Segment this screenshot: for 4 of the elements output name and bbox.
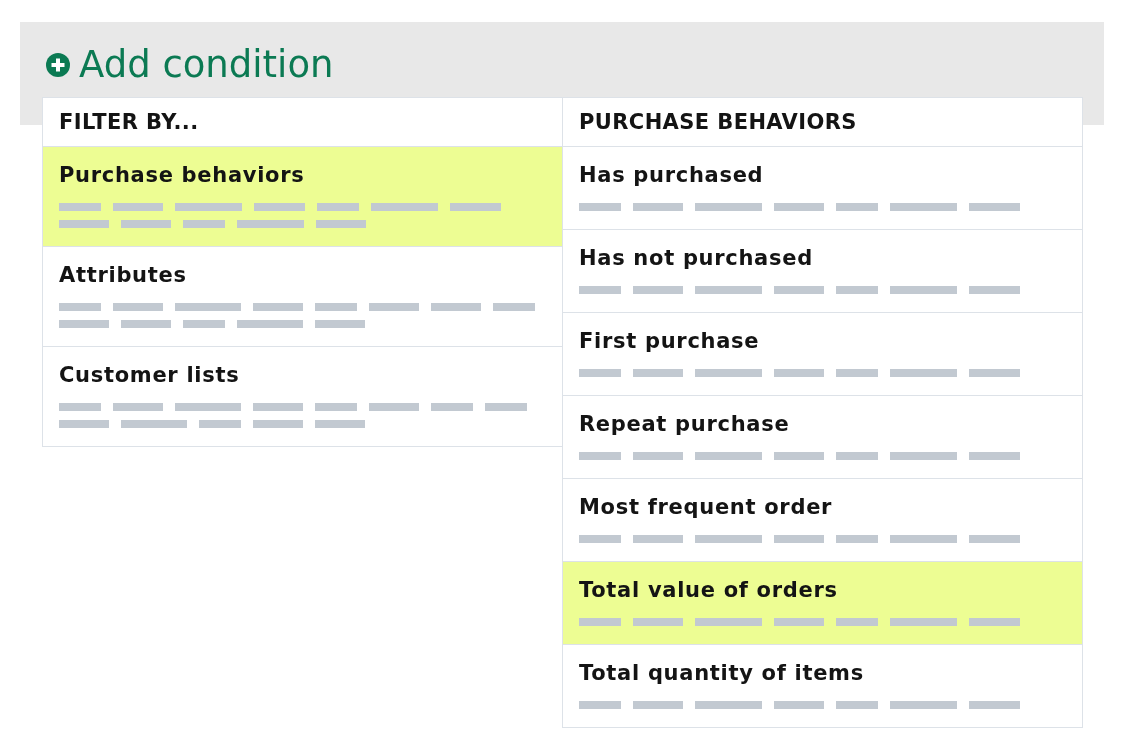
filter-option[interactable]: Purchase behaviors [43,147,562,247]
plus-circle-icon [46,53,70,77]
behavior-option[interactable]: Total value of orders [563,562,1082,645]
add-condition-button[interactable]: Add condition [46,42,334,88]
